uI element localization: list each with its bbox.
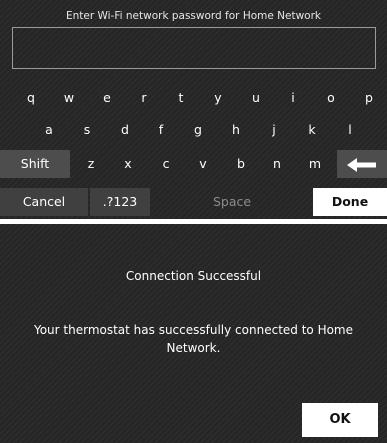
- key-e[interactable]: e: [92, 84, 122, 112]
- key-o[interactable]: o: [316, 84, 346, 112]
- key-l[interactable]: l: [335, 116, 365, 144]
- key-y[interactable]: y: [203, 84, 233, 112]
- key-v[interactable]: v: [188, 150, 218, 178]
- key-x[interactable]: x: [113, 150, 143, 178]
- key-s[interactable]: s: [72, 116, 102, 144]
- done-button[interactable]: Done: [313, 188, 387, 216]
- key-t[interactable]: t: [166, 84, 196, 112]
- left-arrow-icon: [347, 157, 376, 172]
- cancel-button[interactable]: Cancel: [0, 188, 88, 216]
- ok-button[interactable]: OK: [302, 403, 378, 437]
- key-f[interactable]: f: [146, 116, 176, 144]
- key-z[interactable]: z: [76, 150, 106, 178]
- key-m[interactable]: m: [300, 150, 330, 178]
- key-k[interactable]: k: [297, 116, 327, 144]
- message-screen: Connection Successful Your thermostat ha…: [0, 224, 387, 443]
- key-a[interactable]: a: [34, 116, 64, 144]
- password-input[interactable]: [12, 27, 376, 69]
- screen-title: Enter Wi-Fi network password for Home Ne…: [65, 10, 322, 22]
- shift-key[interactable]: Shift: [0, 150, 70, 178]
- key-n[interactable]: n: [262, 150, 292, 178]
- key-i[interactable]: i: [278, 84, 308, 112]
- key-g[interactable]: g: [183, 116, 213, 144]
- key-w[interactable]: w: [54, 84, 84, 112]
- key-b[interactable]: b: [226, 150, 256, 178]
- key-r[interactable]: r: [129, 84, 159, 112]
- connection-message: Your thermostat has successfully connect…: [33, 323, 354, 355]
- key-q[interactable]: q: [16, 84, 46, 112]
- key-u[interactable]: u: [241, 84, 271, 112]
- key-j[interactable]: j: [259, 116, 289, 144]
- space-key[interactable]: Space: [152, 188, 312, 216]
- backspace-key[interactable]: [337, 150, 387, 178]
- connection-heading: Connection Successful: [125, 269, 262, 283]
- symbols-key[interactable]: .?123: [90, 188, 150, 216]
- keyboard-screen: Enter Wi-Fi network password for Home Ne…: [0, 0, 387, 219]
- key-h[interactable]: h: [221, 116, 251, 144]
- key-c[interactable]: c: [151, 150, 181, 178]
- key-d[interactable]: d: [110, 116, 140, 144]
- key-p[interactable]: p: [354, 84, 384, 112]
